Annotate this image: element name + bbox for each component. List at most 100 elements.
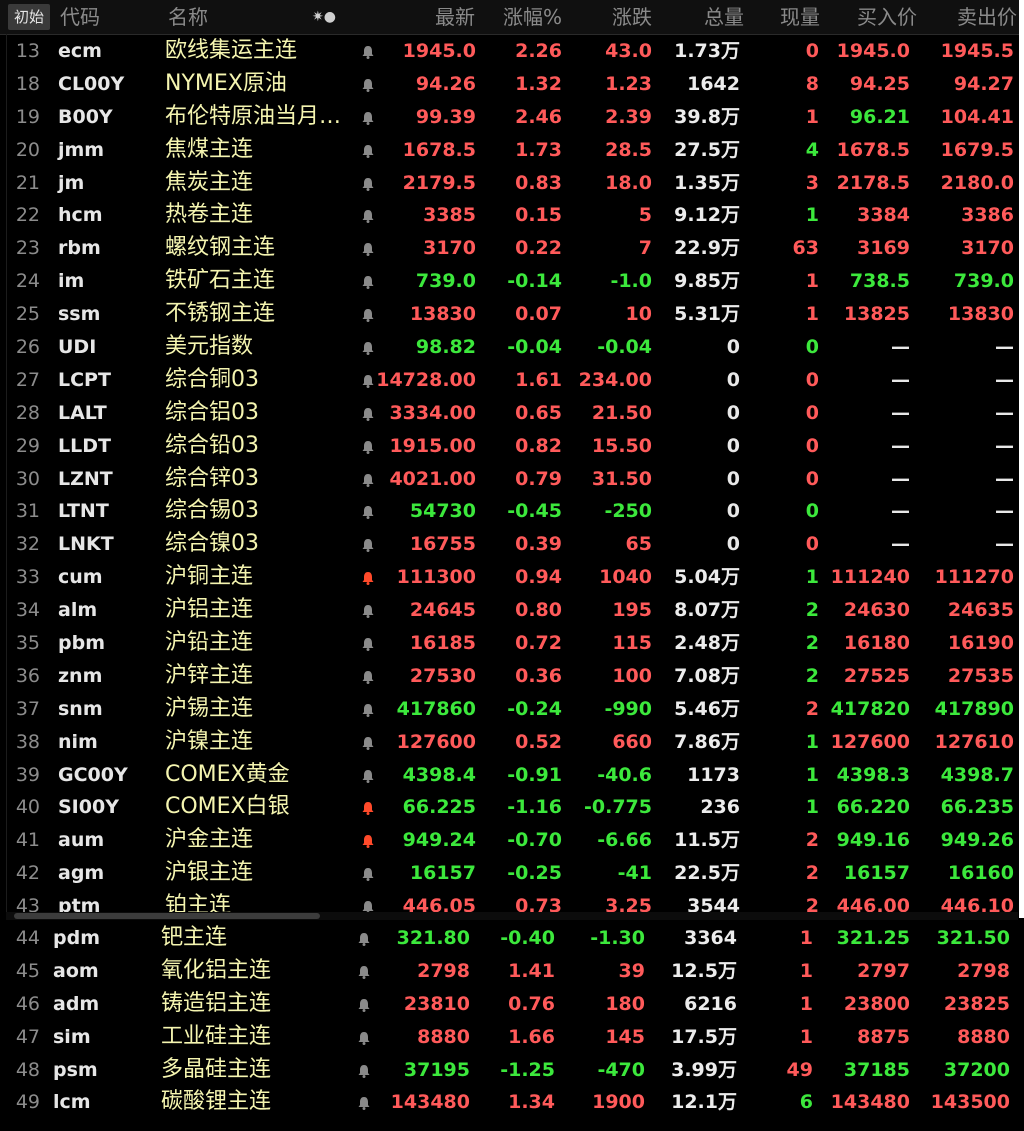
alert-bell-icon[interactable] <box>360 274 376 290</box>
alert-bell-icon[interactable] <box>360 406 376 422</box>
alert-bell-icon[interactable] <box>360 768 376 784</box>
table-row[interactable]: 29 LLDT 综合铅03 1915.00 0.82 15.50 0 0 — — <box>0 430 1024 463</box>
last-price: 94.26 <box>415 72 476 95</box>
last-price: 1915.00 <box>389 434 476 457</box>
alert-bell-icon[interactable] <box>360 439 376 455</box>
alert-bell-icon[interactable] <box>356 997 372 1013</box>
alert-bell-icon[interactable] <box>360 340 376 356</box>
table-row[interactable]: 33 cum 沪铜主连 111300 0.94 1040 5.04万 1 111240 11127… <box>0 561 1024 594</box>
alert-bell-icon[interactable] <box>360 504 376 520</box>
contract-name: 碳酸锂主连 <box>161 1089 272 1115</box>
alert-bell-icon[interactable] <box>360 77 376 93</box>
alert-bell-icon[interactable] <box>360 143 376 159</box>
col-header-last[interactable]: 最新 <box>435 4 475 30</box>
total-volume: 0 <box>726 467 740 490</box>
alert-bell-icon[interactable] <box>356 1095 372 1111</box>
horizontal-scrollbar-thumb[interactable] <box>14 913 320 919</box>
contract-name: 综合锡03 <box>165 498 259 524</box>
alert-bell-icon[interactable] <box>360 669 376 685</box>
alert-bell-active-icon[interactable] <box>360 570 376 586</box>
table-row[interactable]: 24 im 铁矿石主连 739.0 -0.14 -1.0 9.85万 1 738.5 739.0 <box>0 265 1024 298</box>
table-row[interactable]: 32 LNKT 综合镍03 16755 0.39 65 0 0 — — <box>0 528 1024 561</box>
table-row[interactable]: 28 LALT 综合铝03 3334.00 0.65 21.50 0 0 — — <box>0 397 1024 430</box>
col-header-code[interactable]: 代码 <box>60 4 100 30</box>
alert-bell-icon[interactable] <box>360 208 376 224</box>
last-price: 66.225 <box>402 796 476 819</box>
col-header-chg[interactable]: 涨跌 <box>612 4 652 30</box>
table-row[interactable]: 42 agm 沪银主连 16157 -0.25 -41 22.5万 2 16157 16160 <box>0 857 1024 890</box>
alert-bell-icon[interactable] <box>356 1030 372 1046</box>
alert-bell-active-icon[interactable] <box>360 800 376 816</box>
alert-bell-icon[interactable] <box>360 307 376 323</box>
alert-bell-icon[interactable] <box>360 373 376 389</box>
col-header-name[interactable]: 名称 <box>168 4 208 30</box>
table-row[interactable]: 21 jm 焦炭主连 2179.5 0.83 18.0 1.35万 3 2178.5 2180.0 <box>0 167 1024 200</box>
alert-bell-icon[interactable] <box>360 702 376 718</box>
table-row[interactable]: 47 sim 工业硅主连 8880 1.66 145 17.5万 1 8875 8880 <box>0 1021 1024 1054</box>
total-volume: 5.46万 <box>674 697 740 720</box>
row-index: 38 <box>15 730 40 753</box>
change-amount: -250 <box>604 500 652 523</box>
alert-bell-icon[interactable] <box>360 636 376 652</box>
table-row[interactable]: 35 pbm 沪铅主连 16185 0.72 115 2.48万 2 16180 16190 <box>0 627 1024 660</box>
current-volume: 0 <box>805 500 819 523</box>
table-row[interactable]: 48 psm 多晶硅主连 37195 -1.25 -470 3.99万 49 37185 3720… <box>0 1054 1024 1087</box>
last-price: 4021.00 <box>389 467 476 490</box>
table-row[interactable]: 44 pdm 钯主连 321.80 -0.40 -1.30 3364 1 321.25 321.5… <box>0 922 1024 955</box>
col-header-bid[interactable]: 买入价 <box>857 4 917 30</box>
bid-price: 4398.3 <box>836 763 910 786</box>
table-row[interactable]: 37 snm 沪锡主连 417860 -0.24 -990 5.46万 2 417820 4178… <box>0 693 1024 726</box>
alert-bell-icon[interactable] <box>356 1063 372 1079</box>
table-row[interactable]: 45 aom 氧化铝主连 2798 1.41 39 12.5万 1 2797 2798 <box>0 955 1024 988</box>
table-row[interactable]: 46 adm 铸造铝主连 23810 0.76 180 6216 1 23800 23825 <box>0 988 1024 1021</box>
alert-bell-icon[interactable] <box>356 931 372 947</box>
alert-bell-icon[interactable] <box>360 241 376 257</box>
table-row[interactable]: 36 znm 沪锌主连 27530 0.36 100 7.08万 2 27525 27535 <box>0 660 1024 693</box>
table-row[interactable]: 25 ssm 不锈钢主连 13830 0.07 10 5.31万 1 13825 13830 <box>0 298 1024 331</box>
table-row[interactable]: 31 LTNT 综合锡03 54730 -0.45 -250 0 0 — — <box>0 495 1024 528</box>
alert-bell-icon[interactable] <box>360 472 376 488</box>
table-row[interactable]: 19 B00Y 布伦特原油当月连续 99.39 2.46 2.39 39.8万 1 96.21 1… <box>0 101 1024 134</box>
bid-price: 3169 <box>857 237 910 260</box>
alert-bell-icon[interactable] <box>360 176 376 192</box>
reset-button[interactable]: 初始 <box>8 4 50 30</box>
table-row[interactable]: 23 rbm 螺纹钢主连 3170 0.22 7 22.9万 63 3169 3170 <box>0 232 1024 265</box>
table-row[interactable]: 38 nim 沪镍主连 127600 0.52 660 7.86万 1 127600 127610 <box>0 726 1024 759</box>
alert-bell-icon[interactable] <box>360 44 376 60</box>
table-row[interactable]: 30 LZNT 综合锌03 4021.00 0.79 31.50 0 0 — — <box>0 463 1024 496</box>
alert-toggle-icon[interactable]: ✷● <box>312 4 336 30</box>
alert-bell-active-icon[interactable] <box>360 833 376 849</box>
alert-bell-icon[interactable] <box>360 866 376 882</box>
alert-bell-icon[interactable] <box>360 537 376 553</box>
alert-bell-icon[interactable] <box>360 603 376 619</box>
col-header-current-volume[interactable]: 现量 <box>780 4 820 30</box>
change-amount: 7 <box>638 237 652 260</box>
col-header-pct[interactable]: 涨幅% <box>503 4 562 30</box>
col-header-volume[interactable]: 总量 <box>704 4 744 30</box>
total-volume: 7.86万 <box>674 730 740 753</box>
current-volume: 1 <box>805 763 819 786</box>
row-index: 18 <box>15 72 40 95</box>
change-amount: 39 <box>618 959 645 982</box>
table-row[interactable]: 13 ecm 欧线集运主连 1945.0 2.26 43.0 1.73万 0 1945.0 194… <box>0 35 1024 68</box>
table-row[interactable]: 34 alm 沪铝主连 24645 0.80 195 8.07万 2 24630 24635 <box>0 594 1024 627</box>
change-percent: 0.80 <box>515 599 562 622</box>
table-row[interactable]: 39 GC00Y COMEX黄金 4398.4 -0.91 -40.6 1173 1 4398.… <box>0 759 1024 792</box>
table-row[interactable]: 27 LCPT 综合铜03 14728.00 1.61 234.00 0 0 — — <box>0 364 1024 397</box>
table-row[interactable]: 41 aum 沪金主连 949.24 -0.70 -6.66 11.5万 2 949.16 949… <box>0 824 1024 857</box>
last-price: 16755 <box>409 533 476 556</box>
alert-bell-icon[interactable] <box>360 110 376 126</box>
table-row[interactable]: 49 lcm 碳酸锂主连 143480 1.34 1900 12.1万 6 143480 1435… <box>0 1086 1024 1119</box>
bid-price: 417820 <box>830 697 910 720</box>
last-price: 111300 <box>396 566 476 589</box>
table-row[interactable]: 18 CL00Y NYMEX原油 94.26 1.32 1.23 1642 8 94.25 94.… <box>0 68 1024 101</box>
table-row[interactable]: 20 jmm 焦煤主连 1678.5 1.73 28.5 27.5万 4 1678.5 1679.… <box>0 134 1024 167</box>
table-row[interactable]: 40 SI00Y COMEX白银 66.225 -1.16 -0.775 236 1 66.22… <box>0 791 1024 824</box>
change-amount: 145 <box>605 1025 645 1048</box>
alert-bell-icon[interactable] <box>360 735 376 751</box>
alert-bell-icon[interactable] <box>356 964 372 980</box>
col-header-ask[interactable]: 卖出价 <box>957 4 1017 30</box>
table-row[interactable]: 26 UDI 美元指数 98.82 -0.04 -0.04 0 0 — — <box>0 331 1024 364</box>
current-volume: 4 <box>805 138 819 161</box>
table-row[interactable]: 22 hcm 热卷主连 3385 0.15 5 9.12万 1 3384 3386 <box>0 199 1024 232</box>
